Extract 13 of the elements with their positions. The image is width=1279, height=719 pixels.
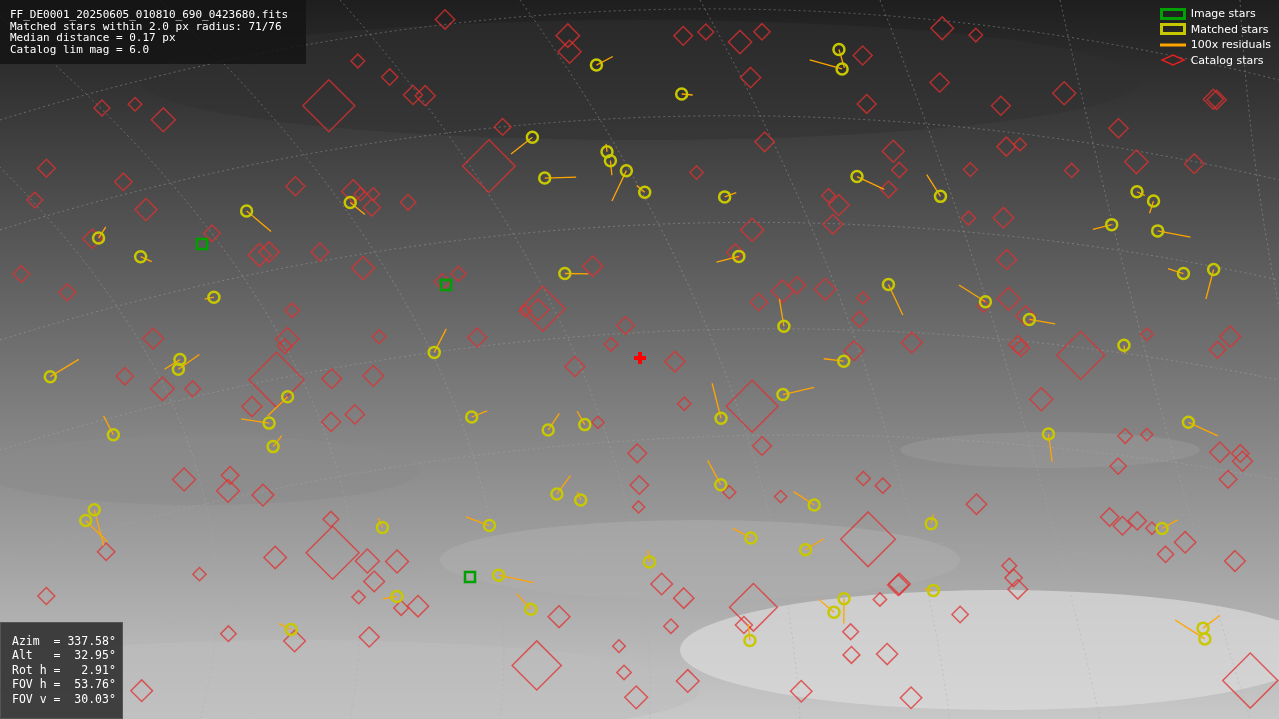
pointing-text: FOV v = 30.03° — [12, 691, 116, 706]
info-text: Catalog lim mag = 6.0 — [10, 43, 150, 56]
legend-label: Catalog stars — [1190, 53, 1264, 67]
legend-label: Matched stars — [1190, 22, 1269, 36]
info-text: Median distance = 0.17 px — [10, 32, 176, 44]
pointing-text: Alt = 32.95° — [12, 648, 116, 663]
info-text: Matched stars within 2.0 px radius: 71/76 — [10, 20, 282, 33]
legend-label: Image stars — [1190, 7, 1256, 20]
pointing-text: Rot h = 2.91° — [12, 662, 116, 677]
legend-label: 100x residuals — [1190, 38, 1271, 51]
info-text: FF_DE0001_20250605_010810_690_0423680.fits — [10, 9, 289, 21]
pointing-text: Azim = 337.58° — [12, 633, 116, 648]
pointing-text: FOV h = 53.76° — [12, 677, 116, 692]
